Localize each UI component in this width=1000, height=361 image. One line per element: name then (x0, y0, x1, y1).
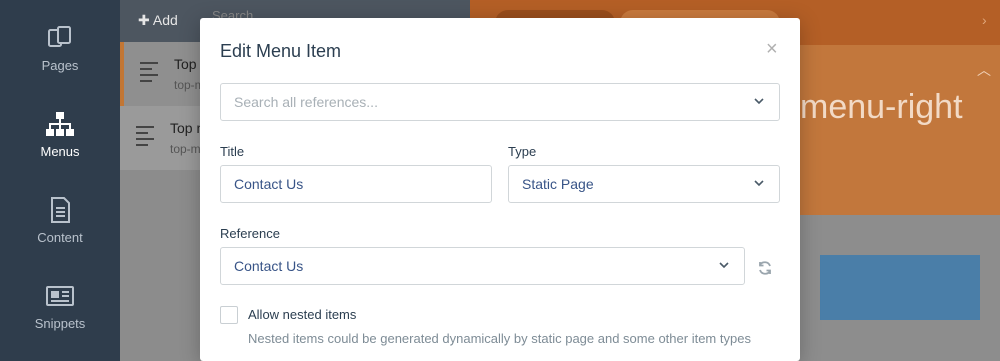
sidebar: Pages Menus Content Snippets (0, 0, 120, 361)
menu-item-block (820, 255, 980, 320)
chevron-down-icon (754, 98, 764, 105)
reference-value: Contact Us (234, 258, 304, 274)
sidebar-item-pages[interactable]: Pages (0, 22, 120, 102)
sidebar-item-snippets[interactable]: Snippets (0, 280, 120, 360)
reference-search-select[interactable]: Search all references... (220, 83, 780, 121)
menu-code-heading: menu-right (800, 88, 963, 126)
content-icon (51, 197, 70, 223)
chevron-down-icon (719, 262, 729, 269)
allow-nested-label[interactable]: Allow nested items (248, 307, 356, 322)
sidebar-item-label: Menus (40, 144, 80, 159)
chevron-up-icon[interactable]: ︿ (977, 60, 991, 80)
add-button[interactable]: ✚ Add (138, 12, 178, 29)
edit-menu-item-dialog: Edit Menu Item × Search all references..… (200, 18, 800, 361)
sidebar-item-content[interactable]: Content (0, 194, 120, 274)
type-label: Type (508, 144, 537, 159)
refresh-icon[interactable] (757, 260, 773, 276)
title-value: Contact Us (234, 176, 304, 192)
reference-label: Reference (220, 226, 280, 241)
type-select[interactable]: Static Page (508, 165, 780, 203)
allow-nested-checkbox[interactable] (220, 306, 238, 324)
menu-lines-icon (136, 126, 154, 150)
list-item-subtitle: top-m (170, 142, 201, 156)
allow-nested-help: Nested items could be generated dynamica… (248, 331, 751, 346)
add-label: Add (152, 12, 178, 28)
sidebar-item-menus[interactable]: Menus (0, 108, 120, 188)
reference-select[interactable]: Contact Us (220, 247, 745, 285)
chevron-right-icon[interactable]: › (982, 12, 987, 28)
title-input[interactable]: Contact Us (220, 165, 492, 203)
menu-lines-icon (140, 62, 158, 86)
chevron-down-icon (754, 180, 764, 187)
type-value: Static Page (522, 176, 594, 192)
dialog-title: Edit Menu Item (220, 41, 342, 61)
sidebar-item-label: Content (37, 230, 83, 245)
sidebar-item-label: Pages (41, 58, 79, 73)
close-icon[interactable]: × (766, 38, 778, 61)
title-label: Title (220, 144, 245, 159)
pages-icon (48, 26, 71, 47)
plus-icon: ✚ (138, 12, 150, 28)
sidebar-item-label: Snippets (34, 316, 86, 331)
menus-icon (46, 112, 74, 136)
snippets-icon (46, 286, 74, 306)
search-placeholder: Search all references... (234, 94, 378, 110)
